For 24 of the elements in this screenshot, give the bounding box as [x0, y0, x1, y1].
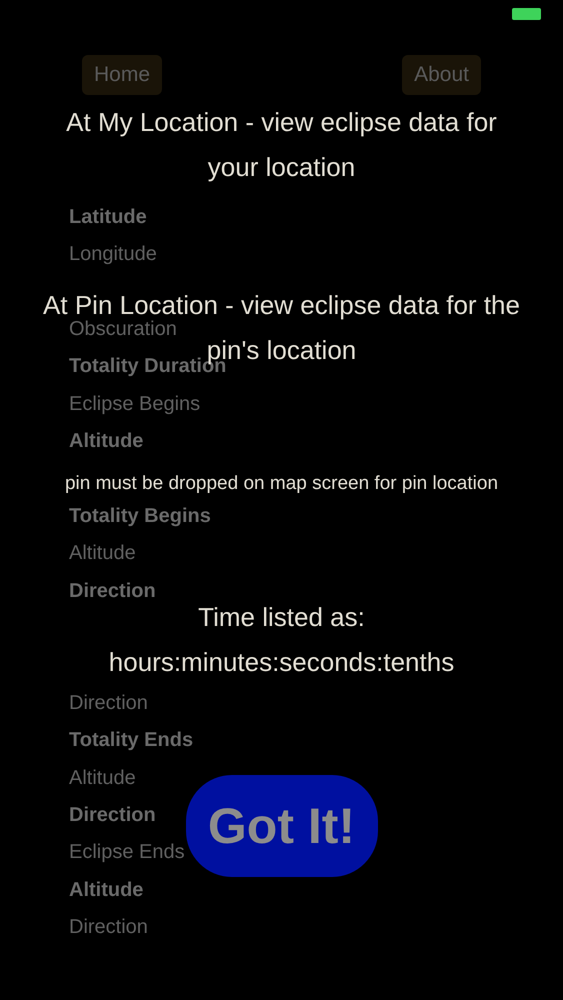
- row-label: Direction: [69, 690, 148, 715]
- row-label: Eclipse Begins: [69, 392, 200, 416]
- nav-button[interactable]: About: [402, 55, 481, 95]
- row-label: Direction: [69, 915, 148, 940]
- nav-button[interactable]: Home: [82, 55, 162, 95]
- tip-text: Time listed as:: [198, 601, 365, 634]
- row-heading: Direction: [69, 578, 156, 603]
- tip-text: pin must be dropped on map screen for pin location: [64, 472, 498, 496]
- row-heading: Totality Begins: [69, 504, 211, 528]
- tip-text: your location: [208, 151, 356, 184]
- row-label: Altitude: [69, 766, 136, 790]
- got-it-button[interactable]: Got It!: [186, 775, 378, 877]
- battery-icon: [512, 8, 541, 20]
- row-label: Longitude: [69, 242, 157, 266]
- row-heading: Totality Ends: [69, 728, 194, 752]
- row-label: Altitude: [69, 541, 136, 566]
- row-label: Obscuration: [69, 316, 177, 341]
- row-label: Eclipse Ends: [69, 840, 185, 864]
- row-heading: Altitude: [69, 429, 144, 454]
- tip-text: hours:minutes:seconds:tenths: [108, 646, 454, 679]
- row-heading: Direction: [69, 802, 156, 827]
- row-heading: Altitude: [69, 878, 144, 902]
- tip-text: At My Location - view eclipse data for: [66, 106, 497, 139]
- row-heading: Latitude: [69, 204, 147, 229]
